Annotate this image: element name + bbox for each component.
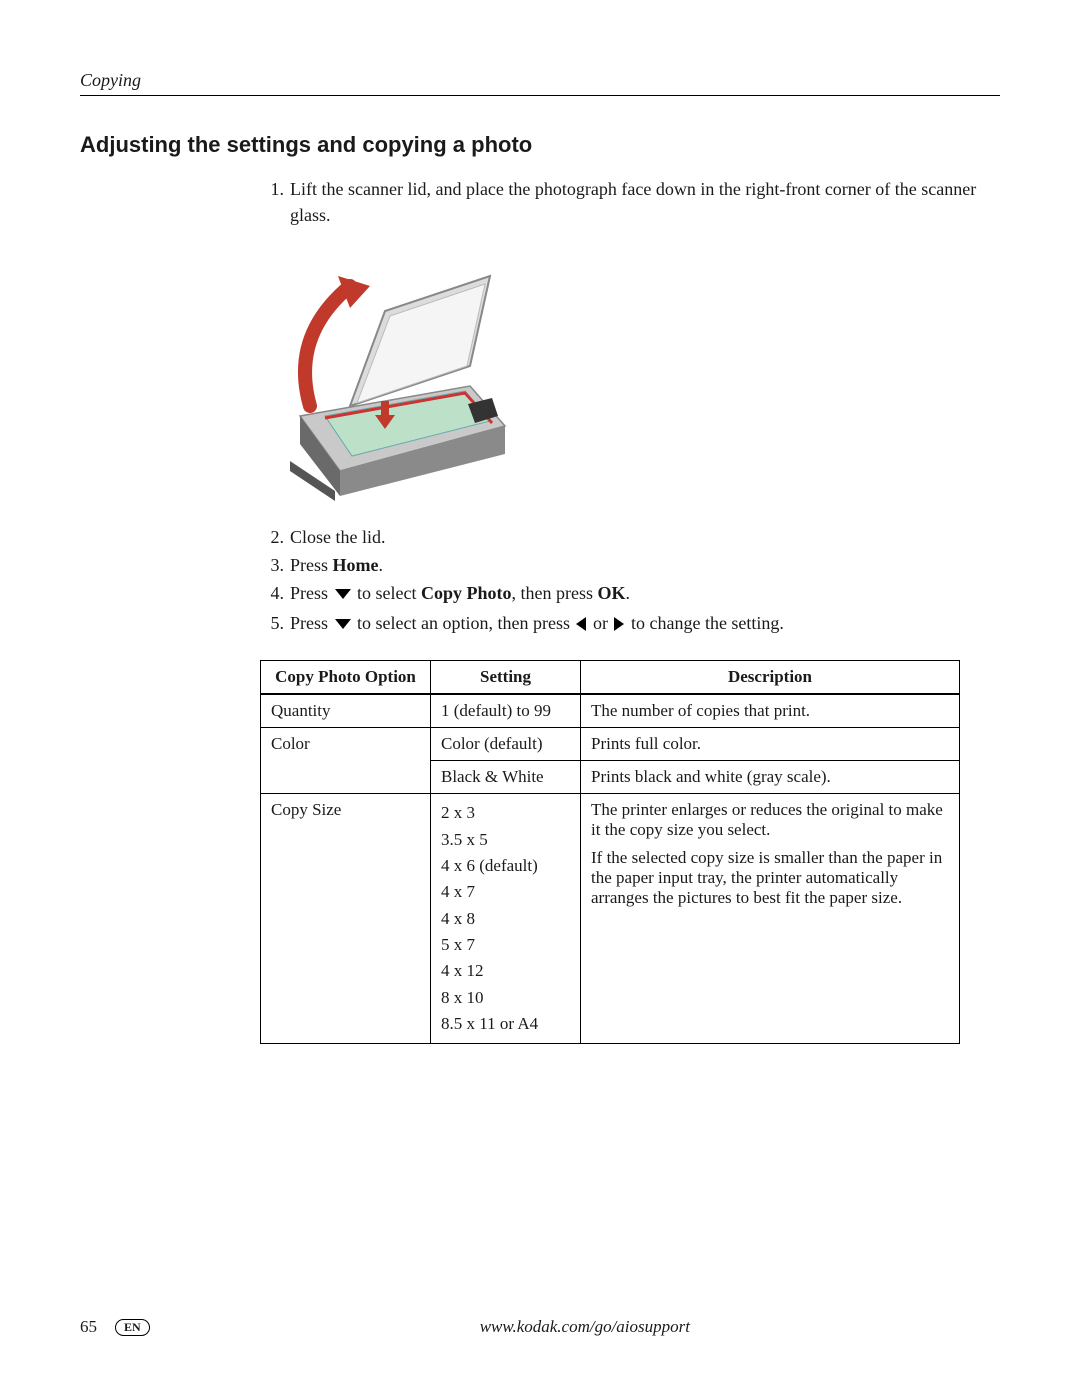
footer-url: www.kodak.com/go/aiosupport — [170, 1317, 1000, 1337]
cell-size-desc: The printer enlarges or reduces the orig… — [581, 794, 960, 1044]
step-list: 1. Lift the scanner lid, and place the p… — [80, 176, 1000, 228]
step-4-b1: Copy Photo — [421, 583, 512, 603]
size-desc-2: If the selected copy size is smaller tha… — [591, 848, 949, 908]
section-header: Copying — [80, 70, 1000, 96]
step-3-bold: Home — [333, 555, 379, 575]
step-1-text: Lift the scanner lid, and place the phot… — [290, 176, 1000, 228]
step-5-text: Press to select an option, then press or… — [290, 610, 1000, 638]
step-4: 4. Press to select Copy Photo, then pres… — [260, 580, 1000, 608]
cell-color-desc2: Prints black and white (gray scale). — [581, 761, 960, 794]
step-3: 3. Press Home. — [260, 552, 1000, 578]
size-list: 2 x 3 3.5 x 5 4 x 6 (default) 4 x 7 4 x … — [441, 800, 570, 1037]
step-5-mid2: or — [588, 613, 612, 633]
step-5-number: 5. — [260, 610, 284, 638]
cell-color-set1: Color (default) — [431, 728, 581, 761]
step-3-post: . — [379, 555, 384, 575]
step-5-post: to change the setting. — [626, 613, 783, 633]
table-row-size: Copy Size 2 x 3 3.5 x 5 4 x 6 (default) … — [261, 794, 960, 1044]
cell-size-opt: Copy Size — [261, 794, 431, 1044]
step-4-text: Press to select Copy Photo, then press O… — [290, 580, 1000, 608]
table-row-color-1: Color Color (default) Prints full color. — [261, 728, 960, 761]
size-6: 4 x 12 — [441, 958, 570, 984]
step-1-number: 1. — [260, 176, 284, 228]
cell-color-set2: Black & White — [431, 761, 581, 794]
step-4-pre: Press — [290, 583, 333, 603]
step-5: 5. Press to select an option, then press… — [260, 610, 1000, 638]
step-4-mid: to select — [353, 583, 421, 603]
step-2: 2. Close the lid. — [260, 524, 1000, 550]
size-desc-1: The printer enlarges or reduces the orig… — [591, 800, 949, 840]
size-8: 8.5 x 11 or A4 — [441, 1011, 570, 1037]
step-4-post: . — [626, 583, 631, 603]
copy-photo-options-table: Copy Photo Option Setting Description Qu… — [260, 660, 960, 1044]
step-3-pre: Press — [290, 555, 333, 575]
step-3-text: Press Home. — [290, 552, 1000, 578]
size-5: 5 x 7 — [441, 932, 570, 958]
size-7: 8 x 10 — [441, 985, 570, 1011]
step-5-mid: to select an option, then press — [353, 613, 575, 633]
down-arrow-icon — [335, 612, 351, 638]
step-4-number: 4. — [260, 580, 284, 608]
step-3-number: 3. — [260, 552, 284, 578]
page-footer: 65 EN www.kodak.com/go/aiosupport — [80, 1317, 1000, 1337]
down-arrow-icon — [335, 582, 351, 608]
size-3: 4 x 7 — [441, 879, 570, 905]
step-1: 1. Lift the scanner lid, and place the p… — [260, 176, 1000, 228]
table-header-row: Copy Photo Option Setting Description — [261, 661, 960, 695]
cell-color-desc1: Prints full color. — [581, 728, 960, 761]
table-row-quantity: Quantity 1 (default) to 99 The number of… — [261, 694, 960, 728]
step-5-pre: Press — [290, 613, 333, 633]
step-4-b2: OK — [598, 583, 626, 603]
scanner-illustration — [260, 246, 520, 506]
page-heading: Adjusting the settings and copying a pho… — [80, 132, 1000, 158]
language-badge: EN — [115, 1319, 150, 1336]
left-arrow-icon — [576, 612, 586, 638]
step-2-number: 2. — [260, 524, 284, 550]
size-1: 3.5 x 5 — [441, 827, 570, 853]
step-list-cont: 2. Close the lid. 3. Press Home. 4. Pres… — [80, 524, 1000, 638]
cell-quantity-set: 1 (default) to 99 — [431, 694, 581, 728]
size-0: 2 x 3 — [441, 800, 570, 826]
page-number: 65 — [80, 1317, 97, 1337]
cell-quantity-desc: The number of copies that print. — [581, 694, 960, 728]
th-option: Copy Photo Option — [261, 661, 431, 695]
size-2: 4 x 6 (default) — [441, 853, 570, 879]
cell-quantity-opt: Quantity — [261, 694, 431, 728]
th-description: Description — [581, 661, 960, 695]
step-4-mid2: , then press — [512, 583, 598, 603]
cell-size-set: 2 x 3 3.5 x 5 4 x 6 (default) 4 x 7 4 x … — [431, 794, 581, 1044]
right-arrow-icon — [614, 612, 624, 638]
th-setting: Setting — [431, 661, 581, 695]
step-2-text: Close the lid. — [290, 524, 1000, 550]
cell-color-opt: Color — [261, 728, 431, 794]
size-4: 4 x 8 — [441, 906, 570, 932]
